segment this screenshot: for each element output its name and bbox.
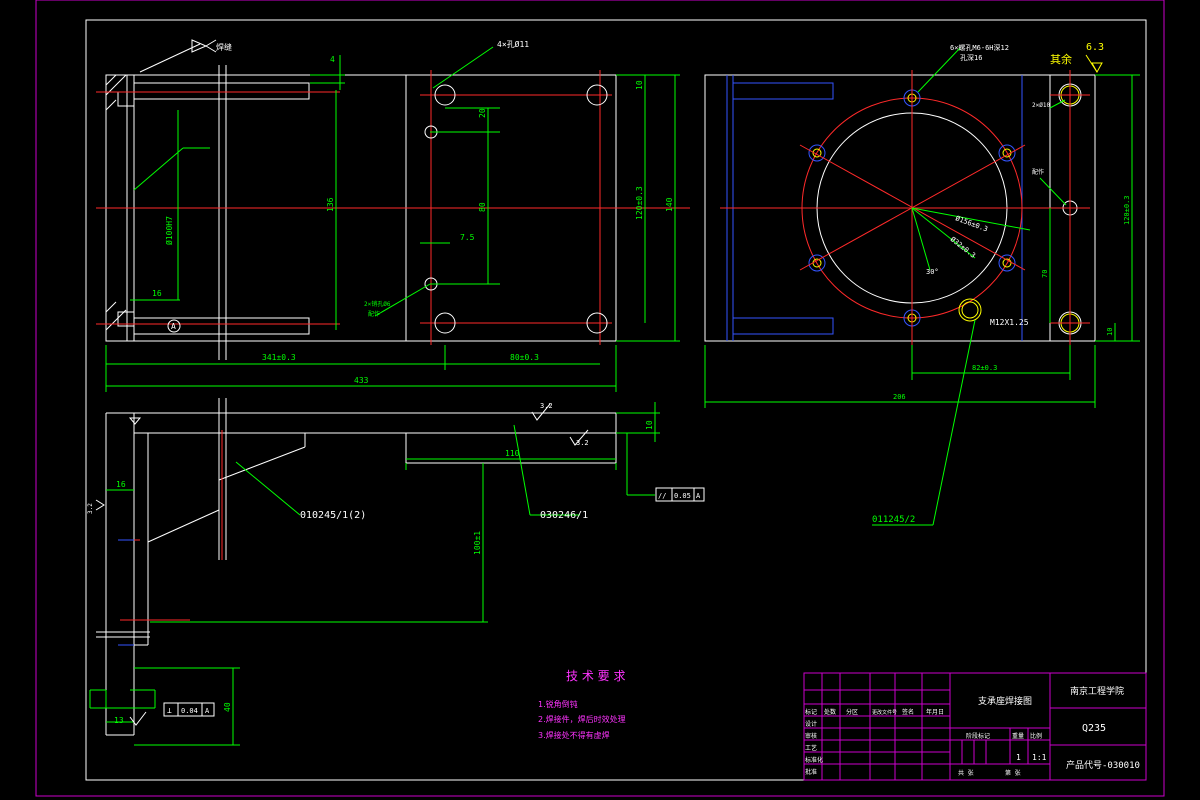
col-label-2: 分区 xyxy=(846,708,858,716)
thread-label: M12X1.25 xyxy=(990,318,1029,327)
hole-callout-right-2: 孔深16 xyxy=(960,53,982,62)
dim-110: 110 xyxy=(505,449,520,458)
dim-136: 136 xyxy=(326,197,335,212)
col-label-1: 处数 xyxy=(824,708,836,716)
scale-value: 1:1 xyxy=(1032,753,1047,762)
pin-callout-2: 配作 xyxy=(368,310,380,318)
hole-callout-right: 6×螺孔M6-6H深12 xyxy=(950,43,1009,52)
product-code: 产品代号-030010 xyxy=(1066,759,1140,771)
dim-20: 20 xyxy=(478,108,487,118)
dim-bore: Ø100H7 xyxy=(164,216,174,245)
perp-datum: A xyxy=(205,707,210,715)
flatness-datum: A xyxy=(696,492,701,500)
dim-10-right: 10 xyxy=(1106,328,1114,336)
note-3: 3.焊接处不得有虚焊 xyxy=(538,730,610,740)
roughness-top: 3.2 xyxy=(540,402,553,410)
perp-value: 0.04 xyxy=(181,707,198,715)
dim-10-front: 10 xyxy=(645,420,654,430)
row-label-2: 工艺 xyxy=(805,744,817,752)
part-label-2: 030246/1 xyxy=(540,510,588,521)
right-view xyxy=(704,47,1140,526)
perp-symbol: ⊥ xyxy=(167,706,172,715)
sheet-label: 共 张 xyxy=(958,769,974,777)
note-2: 2.焊接件，焊后时效处理 xyxy=(538,714,626,724)
technical-notes: 技 术 要 求 1.锐角倒钝 2.焊接件，焊后时效处理 3.焊接处不得有虚焊 xyxy=(538,669,626,740)
school-name: 南京工程学院 xyxy=(1070,685,1124,697)
dim-13: 13 xyxy=(114,716,124,725)
rest-roughness: 6.3 xyxy=(1086,42,1104,53)
drawing-name: 支承座焊接图 xyxy=(978,695,1032,707)
weld-label: 焊缝 xyxy=(216,42,232,52)
dim-120-left: 120±0.3 xyxy=(635,186,644,220)
roughness-side: 3.2 xyxy=(87,503,94,514)
dim-140: 140 xyxy=(665,197,674,212)
rest-label: 其余 xyxy=(1050,52,1072,66)
dim-phi156: Ø156±0.3 xyxy=(954,214,988,233)
right-view-text: 6×螺孔M6-6H深12 孔深16 其余 6.3 Ø156±0.3 Ø32±0.… xyxy=(872,42,1131,525)
cad-drawing: 焊缝 4×孔Ø11 4 Ø100H7 136 20 80 7.5 10 120±… xyxy=(35,0,1165,797)
col-label-0: 标记 xyxy=(805,708,817,716)
flatness-symbol: // xyxy=(658,492,666,500)
page-label: 第 张 xyxy=(1005,769,1021,777)
dim-70: 70 xyxy=(1041,270,1049,278)
col-label-3: 更改文件号 xyxy=(872,709,897,716)
dim-120-right: 120±0.3 xyxy=(1123,195,1131,225)
dim-433: 433 xyxy=(354,376,369,385)
part-label-1: 010245/1(2) xyxy=(300,510,366,521)
row-label-3: 标准化 xyxy=(805,756,823,764)
scale-label: 比例 xyxy=(1030,732,1042,740)
dim-341: 341±0.3 xyxy=(262,353,296,362)
row-label-0: 设计 xyxy=(805,720,817,728)
material: Q235 xyxy=(1082,723,1106,734)
angle-30: 30° xyxy=(926,268,939,276)
dim-206: 206 xyxy=(893,393,906,401)
weight-label: 重量 xyxy=(1012,732,1024,740)
datum-a-circle: A xyxy=(171,322,176,331)
left-view xyxy=(96,39,690,392)
stage-label: 阶段标记 xyxy=(966,732,990,740)
dim-7-5: 7.5 xyxy=(460,233,475,242)
front-view xyxy=(89,398,705,746)
dim-40: 40 xyxy=(223,702,232,712)
dim-82: 82±0.3 xyxy=(972,364,997,372)
pin-callout: 2×销孔Ø6 xyxy=(364,300,391,308)
row-label-4: 批准 xyxy=(805,768,817,776)
dim-100: 100±1 xyxy=(473,531,482,555)
roughness-second: 3.2 xyxy=(576,439,589,447)
sheet-count: 1 xyxy=(1016,753,1021,762)
col-label-4: 签名 xyxy=(902,708,914,716)
part-label-3: 011245/2 xyxy=(872,515,915,525)
row-label-1: 审核 xyxy=(805,732,817,740)
notes-title: 技 术 要 求 xyxy=(566,669,625,683)
hole-callout: 4×孔Ø11 xyxy=(497,39,529,49)
dim-80b: 80±0.3 xyxy=(510,353,539,362)
dim-80: 80 xyxy=(478,202,487,212)
dim-10-left: 10 xyxy=(635,80,644,90)
dim-4: 4 xyxy=(330,55,335,64)
pin-label-right-2: 配作 xyxy=(1032,168,1044,176)
note-1: 1.锐角倒钝 xyxy=(538,699,578,709)
title-block-text: 支承座焊接图 南京工程学院 Q235 产品代号-030010 1:1 1 阶段标… xyxy=(805,685,1140,777)
pin-label-right: 2×Ø10 xyxy=(1032,102,1050,109)
col-label-5: 年月日 xyxy=(926,708,944,716)
flatness-value: 0.05 xyxy=(674,492,691,500)
dim-16-left: 16 xyxy=(152,289,162,298)
dim-16-front: 16 xyxy=(116,480,126,489)
dim-phi32: Ø32±0.3 xyxy=(949,235,977,259)
